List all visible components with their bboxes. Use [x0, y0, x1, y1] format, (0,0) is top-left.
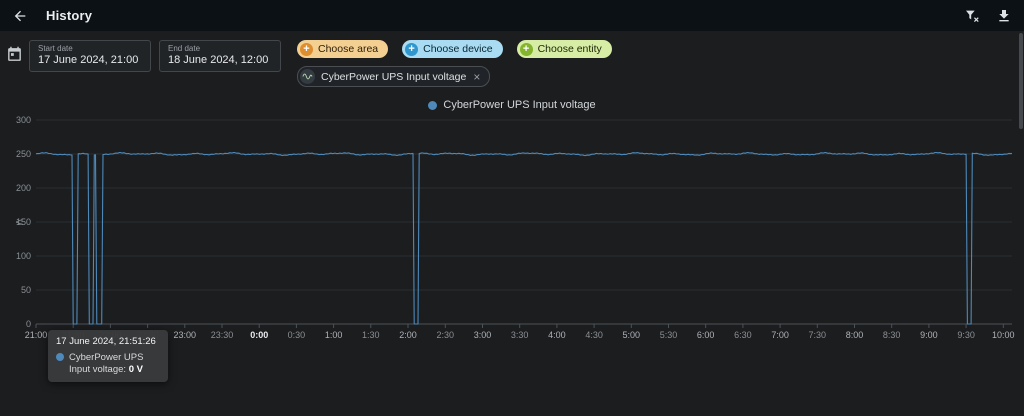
filter-remove-icon	[966, 10, 979, 22]
app-bar: History	[0, 0, 1024, 31]
svg-text:4:00: 4:00	[548, 330, 566, 340]
svg-text:6:30: 6:30	[734, 330, 752, 340]
scrollbar[interactable]	[1019, 33, 1023, 129]
download-button[interactable]	[994, 6, 1014, 26]
choose-entity-label: Choose entity	[537, 43, 602, 55]
plus-icon: +	[300, 42, 313, 56]
svg-text:7:00: 7:00	[771, 330, 789, 340]
plus-icon: +	[519, 42, 533, 56]
choose-device-chip[interactable]: + Choose device	[402, 40, 503, 58]
svg-text:0:30: 0:30	[288, 330, 306, 340]
tooltip-series-value: CyberPower UPS Input voltage: 0 V	[69, 352, 144, 375]
back-button[interactable]	[10, 6, 30, 26]
choose-entity-chip[interactable]: + Choose entity	[516, 40, 612, 58]
choose-area-label: Choose area	[318, 43, 379, 55]
svg-text:9:30: 9:30	[957, 330, 975, 340]
remove-filter-button[interactable]	[962, 6, 982, 26]
history-line-chart[interactable]: 050100150200250300V21:0021:3022:0022:302…	[6, 114, 1018, 354]
filter-toolbar: Start date 17 June 2024, 21:00 End date …	[6, 40, 612, 87]
sine-wave-icon	[300, 69, 315, 84]
svg-text:2:00: 2:00	[399, 330, 417, 340]
svg-text:50: 50	[21, 285, 31, 295]
end-date-field[interactable]: End date 18 June 2024, 12:00	[159, 40, 281, 72]
svg-text:300: 300	[16, 115, 31, 125]
svg-text:10:00: 10:00	[992, 330, 1015, 340]
arrow-left-icon	[14, 10, 26, 21]
calendar-icon	[6, 46, 23, 63]
end-date-value: 18 June 2024, 12:00	[168, 54, 269, 66]
svg-text:250: 250	[16, 149, 31, 159]
legend-dot	[428, 100, 438, 110]
svg-text:21:00: 21:00	[25, 330, 48, 340]
svg-text:2:30: 2:30	[437, 330, 455, 340]
svg-text:9:00: 9:00	[920, 330, 938, 340]
svg-text:3:00: 3:00	[474, 330, 492, 340]
legend-label: CyberPower UPS Input voltage	[443, 99, 596, 111]
selected-entity-chip[interactable]: CyberPower UPS Input voltage ×	[297, 66, 491, 87]
svg-text:23:00: 23:00	[174, 330, 197, 340]
svg-text:5:30: 5:30	[660, 330, 678, 340]
page-title: History	[46, 8, 93, 23]
svg-text:8:30: 8:30	[883, 330, 901, 340]
start-date-value: 17 June 2024, 21:00	[38, 54, 139, 66]
svg-text:6:00: 6:00	[697, 330, 715, 340]
svg-text:4:30: 4:30	[585, 330, 603, 340]
svg-text:V: V	[14, 219, 24, 225]
svg-text:3:30: 3:30	[511, 330, 529, 340]
svg-text:0:00: 0:00	[250, 330, 268, 340]
svg-text:23:30: 23:30	[211, 330, 234, 340]
svg-text:1:30: 1:30	[362, 330, 380, 340]
svg-text:5:00: 5:00	[623, 330, 641, 340]
svg-text:1:00: 1:00	[325, 330, 343, 340]
svg-text:0: 0	[26, 319, 31, 329]
end-date-label: End date	[168, 44, 201, 53]
chart-legend[interactable]: CyberPower UPS Input voltage	[0, 99, 1024, 111]
choose-device-label: Choose device	[423, 43, 493, 55]
tooltip-series-dot	[56, 353, 64, 361]
svg-text:7:30: 7:30	[809, 330, 827, 340]
tooltip-timestamp: 17 June 2024, 21:51:26	[56, 336, 156, 347]
plus-icon: +	[405, 42, 419, 56]
choose-area-chip[interactable]: + Choose area	[297, 40, 389, 58]
svg-text:100: 100	[16, 251, 31, 261]
download-icon	[999, 9, 1009, 21]
selected-entity-label: CyberPower UPS Input voltage	[321, 70, 467, 83]
close-icon[interactable]: ×	[472, 71, 481, 83]
history-page: History Start date 17 June 2024, 21:00 E…	[0, 0, 1024, 416]
svg-text:200: 200	[16, 183, 31, 193]
chart-tooltip: 17 June 2024, 21:51:26 CyberPower UPS In…	[48, 330, 168, 382]
start-date-label: Start date	[38, 44, 73, 53]
start-date-field[interactable]: Start date 17 June 2024, 21:00	[29, 40, 151, 72]
svg-text:8:00: 8:00	[846, 330, 864, 340]
